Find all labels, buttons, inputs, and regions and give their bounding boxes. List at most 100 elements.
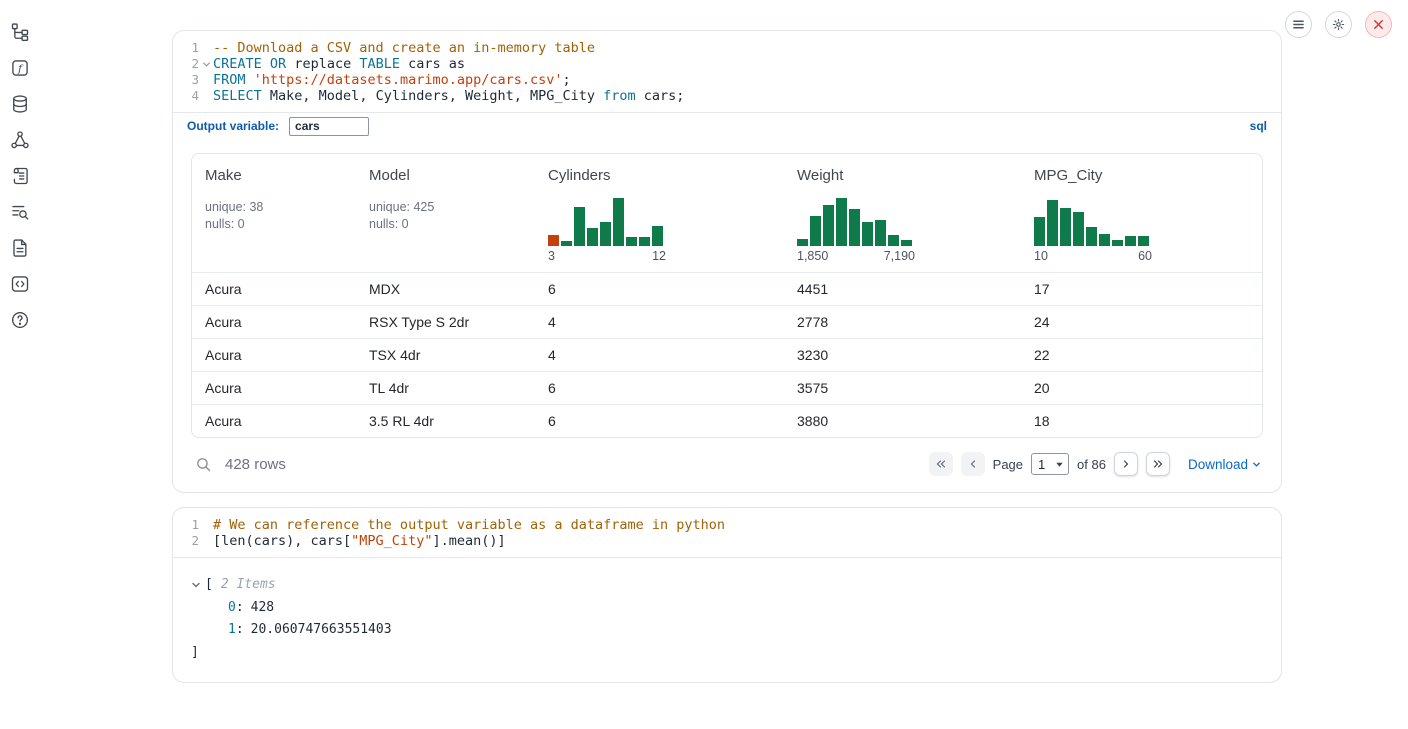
column-stats: unique: 38 nulls: 0: [205, 199, 369, 232]
hist-bar[interactable]: [1073, 212, 1084, 246]
python-code-editor[interactable]: 1 # We can reference the output variable…: [173, 508, 1281, 557]
code-token: ;: [563, 72, 571, 88]
hist-bar[interactable]: [574, 207, 585, 246]
documentation-icon[interactable]: [10, 238, 30, 258]
hist-bar[interactable]: [652, 226, 663, 246]
column-header-cylinders[interactable]: Cylinders 3 12: [548, 167, 797, 263]
code-token: 'https://datasets.marimo.app/cars.csv': [254, 72, 563, 88]
sql-code-editor[interactable]: 1 -- Download a CSV and create an in-mem…: [173, 31, 1281, 112]
settings-gear-icon[interactable]: [1325, 11, 1352, 38]
language-badge: sql: [1250, 119, 1267, 133]
hist-bar[interactable]: [862, 222, 873, 246]
line-number: 1: [173, 40, 199, 55]
code-line[interactable]: 2 [len(cars), cars["MPG_City"].mean()]: [173, 533, 1281, 549]
hist-bar[interactable]: [810, 216, 821, 246]
hist-bar[interactable]: [1047, 200, 1058, 246]
items-count-label: 2 Items: [221, 574, 276, 597]
hist-bar[interactable]: [797, 239, 808, 246]
hist-axis: 1,850 7,190: [797, 249, 915, 263]
hist-bar[interactable]: [626, 237, 637, 246]
fold-chevron-icon[interactable]: [199, 60, 213, 69]
table-header: Make unique: 38 nulls: 0 Model unique: 4…: [192, 154, 1262, 272]
output-variable-label: Output variable:: [187, 119, 279, 133]
column-name: MPG_City: [1034, 167, 1262, 184]
code-token: cars;: [636, 88, 685, 104]
code-line[interactable]: 4 SELECT Make, Model, Cylinders, Weight,…: [173, 88, 1281, 104]
outline-search-icon[interactable]: [10, 202, 30, 222]
help-icon[interactable]: [10, 310, 30, 330]
line-number: 2: [173, 533, 199, 548]
page-select[interactable]: 1: [1031, 453, 1069, 475]
hist-bar[interactable]: [823, 205, 834, 246]
output-variable-input[interactable]: [289, 117, 369, 136]
hist-bar[interactable]: [639, 237, 650, 246]
code-token: ].mean()]: [432, 533, 505, 549]
hist-bar[interactable]: [1125, 236, 1136, 246]
next-page-button[interactable]: [1114, 452, 1138, 476]
hist-bar[interactable]: [875, 220, 886, 246]
code-token: TABLE: [359, 56, 400, 72]
last-page-button[interactable]: [1146, 452, 1170, 476]
code-line[interactable]: 1 # We can reference the output variable…: [173, 517, 1281, 533]
code-line[interactable]: 1 -- Download a CSV and create an in-mem…: [173, 40, 1281, 56]
hist-bar[interactable]: [561, 241, 572, 246]
hist-bar[interactable]: [901, 240, 912, 246]
datasources-icon[interactable]: [10, 94, 30, 114]
hist-bar[interactable]: [548, 235, 559, 246]
hist-bar[interactable]: [1099, 234, 1110, 246]
column-header-make[interactable]: Make unique: 38 nulls: 0: [205, 167, 369, 263]
table-row[interactable]: AcuraTL 4dr6357520: [192, 371, 1262, 404]
pagination: Page 1 of 86: [929, 452, 1170, 476]
hist-bar[interactable]: [613, 198, 624, 246]
column-header-model[interactable]: Model unique: 425 nulls: 0: [369, 167, 548, 263]
shutdown-close-icon[interactable]: [1365, 11, 1392, 38]
collapse-chevron-icon[interactable]: [191, 580, 205, 590]
tree-close-line: ]: [173, 642, 1281, 665]
download-button[interactable]: Download: [1188, 457, 1261, 472]
hist-bar[interactable]: [587, 228, 598, 246]
page-total-label: of 86: [1077, 457, 1106, 472]
logs-icon[interactable]: [10, 166, 30, 186]
hist-bar[interactable]: [1112, 240, 1123, 246]
python-cell: 1 # We can reference the output variable…: [172, 507, 1282, 683]
hist-bar[interactable]: [836, 198, 847, 246]
code-line[interactable]: 3 FROM 'https://datasets.marimo.app/cars…: [173, 72, 1281, 88]
snippets-icon[interactable]: [10, 274, 30, 294]
hist-bar[interactable]: [849, 209, 860, 246]
code-token: OR: [270, 56, 286, 72]
line-number: 1: [173, 517, 199, 532]
column-header-mpg-city[interactable]: MPG_City 10 60: [1034, 167, 1262, 263]
code-token: [len(cars), cars[: [213, 533, 351, 549]
dependency-graph-icon[interactable]: [10, 130, 30, 150]
tree-root-line: [ 2 Items: [173, 574, 1281, 597]
prev-page-button[interactable]: [961, 452, 985, 476]
code-token: [262, 56, 270, 72]
menu-icon[interactable]: [1285, 11, 1312, 38]
table-row[interactable]: AcuraTSX 4dr4323022: [192, 338, 1262, 371]
search-icon[interactable]: [195, 456, 212, 473]
tree-entry: 0:428: [173, 597, 1281, 620]
column-name: Cylinders: [548, 167, 797, 184]
table-row[interactable]: AcuraMDX6445117: [192, 272, 1262, 305]
column-header-weight[interactable]: Weight 1,850 7,190: [797, 167, 1034, 263]
mpg-city-histogram: 10 60: [1034, 196, 1152, 263]
hist-bar[interactable]: [1060, 208, 1071, 246]
hist-bar[interactable]: [1034, 217, 1045, 246]
page-label: Page: [993, 457, 1023, 472]
code-token: CREATE: [213, 56, 262, 72]
first-page-button[interactable]: [929, 452, 953, 476]
file-explorer-icon[interactable]: [10, 22, 30, 42]
table-row[interactable]: AcuraRSX Type S 2dr4277824: [192, 305, 1262, 338]
code-line[interactable]: 2 CREATE OR replace TABLE cars as: [173, 56, 1281, 72]
notebook-area: 1 -- Download a CSV and create an in-mem…: [172, 30, 1282, 683]
hist-bar[interactable]: [888, 235, 899, 246]
hist-bar[interactable]: [1086, 227, 1097, 246]
code-token: "MPG_City": [351, 533, 432, 549]
table-footer: 428 rows Page 1 of 86: [173, 446, 1281, 492]
select-caret-icon: [1055, 460, 1064, 469]
table-row[interactable]: Acura3.5 RL 4dr6388018: [192, 404, 1262, 437]
scratchpad-icon[interactable]: f: [10, 58, 30, 78]
hist-bar[interactable]: [1138, 236, 1149, 246]
chevron-down-icon: [1252, 457, 1261, 472]
hist-bar[interactable]: [600, 222, 611, 246]
